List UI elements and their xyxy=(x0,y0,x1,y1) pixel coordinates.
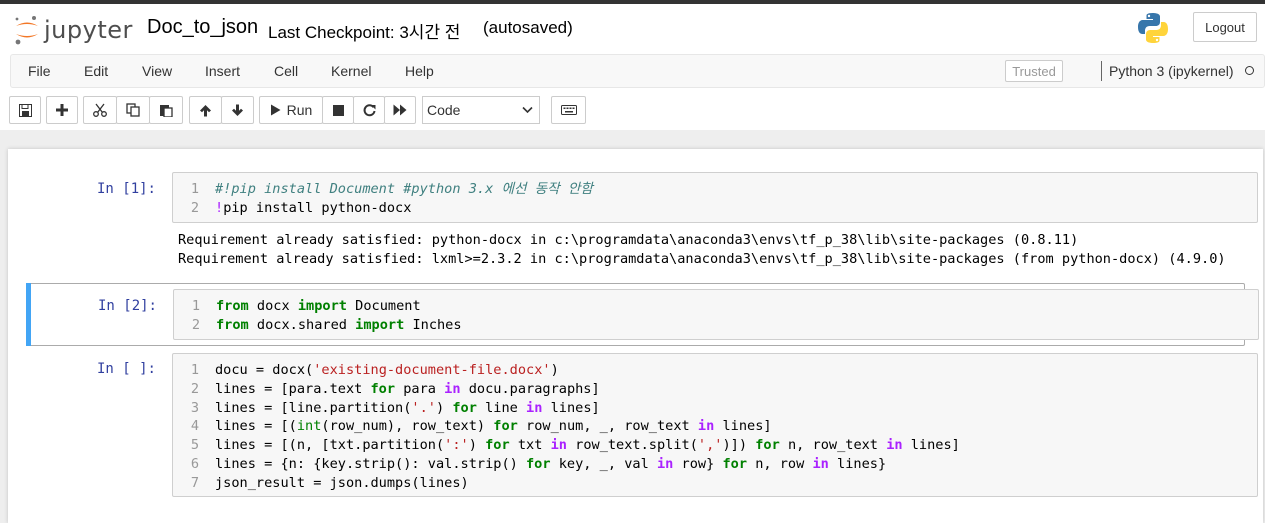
checkpoint-status: Last Checkpoint: 3시간 전 xyxy=(268,23,461,42)
code-cell-3[interactable]: In [ ]: 1 docu = docx('existing-document-… xyxy=(26,352,1258,502)
save-icon xyxy=(18,103,32,117)
cell-output: Requirement already satisfied: python-do… xyxy=(178,231,1226,269)
cut-button[interactable] xyxy=(83,96,117,124)
kernel-idle-icon xyxy=(1245,66,1254,75)
menu-kernel[interactable]: Kernel xyxy=(331,63,371,79)
output-line: Requirement already satisfied: lxml>=2.3… xyxy=(178,250,1226,267)
run-button[interactable]: Run xyxy=(259,96,323,124)
header: jupyter Doc_to_json Last Checkpoint: 3시간… xyxy=(0,4,1265,130)
code-cell-1[interactable]: In [1]: 1 #!pip install Document #python … xyxy=(26,169,1258,279)
trusted-indicator[interactable]: Trusted xyxy=(1005,60,1063,82)
menu-help[interactable]: Help xyxy=(405,63,434,79)
plus-icon xyxy=(56,104,68,116)
copy-button[interactable] xyxy=(116,96,150,124)
run-label: Run xyxy=(286,102,313,118)
menu-insert[interactable]: Insert xyxy=(205,63,240,79)
jupyter-logo[interactable]: jupyter xyxy=(14,14,133,46)
logout-button[interactable]: Logout xyxy=(1193,12,1257,42)
code-lines: 1 docu = docx('existing-document-file.doc… xyxy=(190,362,960,491)
copy-icon xyxy=(126,103,140,117)
jupyter-logo-icon xyxy=(15,16,38,45)
arrow-up-icon xyxy=(200,104,211,116)
kernel-separator xyxy=(1101,61,1102,81)
notebook-name[interactable]: Doc_to_json xyxy=(147,16,258,39)
code-cell-2[interactable]: In [2]: 1 from docx import Document 2 from… xyxy=(26,283,1259,346)
command-palette-button[interactable] xyxy=(551,96,586,124)
menu-view[interactable]: View xyxy=(142,63,172,79)
menu-cell[interactable]: Cell xyxy=(274,63,298,79)
code-input[interactable]: 1 from docx import Document 2 from docx.sh… xyxy=(173,289,1259,340)
code-input[interactable]: 1 docu = docx('existing-document-file.doc… xyxy=(172,353,1258,497)
code-line: pip install python-docx xyxy=(223,199,412,216)
paste-icon xyxy=(160,105,173,117)
notebook-container: In [1]: 1 #!pip install Document #python … xyxy=(8,149,1263,523)
cell-prompt: In [ ]: xyxy=(96,361,156,377)
menubar: File Edit View Insert Cell Kernel Help T… xyxy=(10,54,1265,88)
paste-button[interactable] xyxy=(149,96,183,124)
kernel-name[interactable]: Python 3 (ipykernel) xyxy=(1109,63,1234,79)
cell-prompt: In [2]: xyxy=(97,298,157,314)
restart-button[interactable] xyxy=(353,96,385,124)
insert-cell-button[interactable] xyxy=(46,96,78,124)
chevron-down-icon xyxy=(522,106,533,114)
interrupt-button[interactable] xyxy=(322,96,354,124)
move-up-button[interactable] xyxy=(189,96,222,124)
code-lines: 1 from docx import Document 2 from docx.sh… xyxy=(191,298,462,333)
restart-run-all-button[interactable] xyxy=(384,96,416,124)
python-logo-icon xyxy=(1138,13,1168,43)
code-input[interactable]: 1 #!pip install Document #python 3.x 에선 동… xyxy=(172,172,1258,223)
save-button[interactable] xyxy=(9,96,41,124)
code-lines: 1 #!pip install Document #python 3.x 에선 동… xyxy=(190,181,593,216)
play-icon xyxy=(270,104,281,116)
output-line: Requirement already satisfied: python-do… xyxy=(178,232,1079,248)
move-down-button[interactable] xyxy=(221,96,254,124)
fast-forward-icon xyxy=(393,104,407,116)
menu-file[interactable]: File xyxy=(28,63,51,79)
logo-text: jupyter xyxy=(44,16,133,44)
cell-type-select[interactable]: Code xyxy=(422,96,540,124)
restart-icon xyxy=(363,103,375,116)
keyboard-icon xyxy=(560,105,577,115)
menu-edit[interactable]: Edit xyxy=(84,63,108,79)
code-line: #!pip install Document #python 3.x 에선 동작… xyxy=(215,181,593,197)
autosave-status: (autosaved) xyxy=(483,18,573,37)
selected-cell-indicator xyxy=(26,283,31,346)
stop-icon xyxy=(332,104,344,116)
cell-type-value: Code xyxy=(427,102,461,118)
cell-prompt: In [1]: xyxy=(96,181,156,197)
arrow-down-icon xyxy=(232,104,243,116)
scissors-icon xyxy=(93,103,107,117)
